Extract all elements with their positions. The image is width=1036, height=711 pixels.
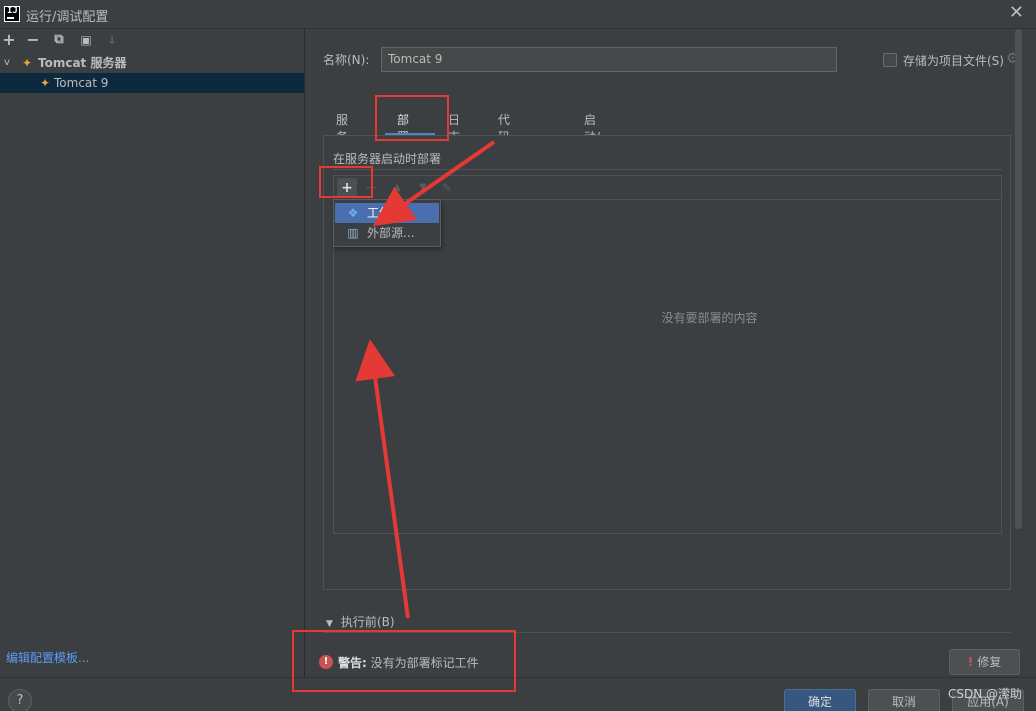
arrow-to-list <box>355 339 410 619</box>
watermark-text: CSDN @潆助 <box>947 687 1022 701</box>
annotation-arrows <box>355 140 496 619</box>
arrow-to-artifact <box>372 140 496 227</box>
